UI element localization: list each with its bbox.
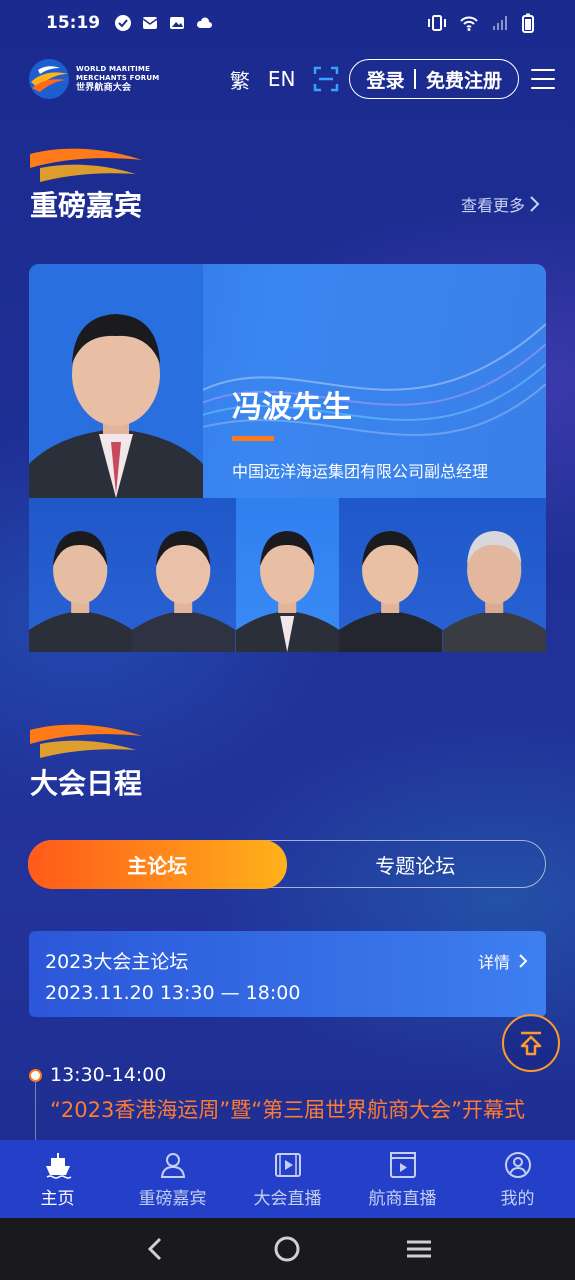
agenda-item-title[interactable]: “2023香港海运周”暨“第三届世界航商大会”开幕式 bbox=[50, 1094, 550, 1126]
status-time: 15:19 bbox=[46, 13, 101, 33]
timeline-line bbox=[35, 1082, 36, 1142]
system-nav-bar bbox=[0, 1218, 575, 1280]
session-title: 2023大会主论坛 bbox=[45, 951, 189, 973]
user-icon bbox=[504, 1151, 531, 1178]
menu-icon[interactable] bbox=[531, 69, 555, 89]
chevron-right-icon bbox=[530, 196, 540, 212]
auth-divider bbox=[414, 69, 416, 89]
tab-main-forum[interactable]: 主论坛 bbox=[27, 839, 287, 889]
home-icon[interactable] bbox=[273, 1235, 301, 1263]
featured-guest-position: 中国远洋海运集团有限公司副总经理 bbox=[232, 462, 489, 481]
guest-thumb[interactable] bbox=[29, 498, 133, 652]
app-logo[interactable]: WORLD MARITIME MERCHANTS FORUM 世界航商大会 bbox=[28, 58, 159, 100]
bottom-nav: 主页 重磅嘉宾 大会直播 航商直播 我的 bbox=[0, 1140, 575, 1218]
cloud-icon bbox=[197, 17, 213, 28]
guest-thumb[interactable] bbox=[132, 498, 236, 652]
logo-text: WORLD MARITIME MERCHANTS FORUM 世界航商大会 bbox=[76, 65, 159, 93]
nav-label: 重磅嘉宾 bbox=[138, 1188, 207, 1209]
guests-section-title: 重磅嘉宾 bbox=[30, 189, 143, 222]
nav-label: 航商直播 bbox=[368, 1188, 437, 1209]
language-switch: 繁 EN bbox=[230, 65, 296, 94]
session-card[interactable]: 2023大会主论坛 2023.11.20 13:30 — 18:00 详情 bbox=[29, 931, 546, 1017]
guest-avatar bbox=[442, 531, 547, 652]
featured-guest-photo bbox=[29, 264, 203, 498]
ship-icon bbox=[45, 1152, 71, 1179]
check-circle-icon bbox=[115, 15, 132, 31]
wifi-icon bbox=[460, 16, 478, 31]
accent-bar bbox=[232, 436, 274, 441]
status-bar: 15:19 bbox=[0, 0, 575, 46]
view-more-label: 查看更多 bbox=[460, 196, 525, 215]
nav-mine[interactable]: 我的 bbox=[460, 1140, 575, 1218]
lang-traditional-button[interactable]: 繁 bbox=[230, 65, 250, 94]
session-datetime: 2023.11.20 13:30 — 18:00 bbox=[45, 982, 301, 1004]
schedule-tabs: 主论坛 专题论坛 bbox=[27, 839, 546, 889]
guest-avatar bbox=[29, 531, 133, 652]
nav-label: 大会直播 bbox=[253, 1188, 322, 1209]
chevron-right-icon bbox=[519, 954, 528, 968]
guest-avatar bbox=[339, 531, 443, 652]
video-icon bbox=[274, 1152, 301, 1177]
battery-icon bbox=[522, 13, 534, 33]
signal-icon bbox=[493, 16, 507, 30]
logo-en-line1: WORLD MARITIME bbox=[76, 65, 151, 73]
person-icon bbox=[160, 1152, 185, 1178]
app-header: WORLD MARITIME MERCHANTS FORUM 世界航商大会 繁 … bbox=[0, 46, 575, 112]
logo-mark-icon bbox=[29, 59, 69, 99]
logo-en-line2: MERCHANTS FORUM bbox=[76, 74, 160, 82]
back-to-top-button[interactable] bbox=[502, 1014, 560, 1072]
nav-label: 主页 bbox=[40, 1188, 75, 1209]
arrow-up-icon bbox=[520, 1031, 542, 1056]
schedule-section-title: 大会日程 bbox=[30, 767, 143, 800]
guest-thumbnails bbox=[29, 498, 547, 652]
logo-cn: 世界航商大会 bbox=[76, 83, 132, 93]
auth-buttons: 登录 免费注册 bbox=[349, 59, 519, 99]
vibrate-icon bbox=[428, 15, 446, 31]
scan-icon[interactable] bbox=[313, 66, 339, 92]
recents-icon[interactable] bbox=[405, 1235, 433, 1263]
nav-conference-live[interactable]: 大会直播 bbox=[230, 1140, 345, 1218]
guest-avatar bbox=[132, 531, 236, 652]
mail-icon bbox=[142, 17, 158, 29]
session-detail-label: 详情 bbox=[477, 953, 510, 972]
guest-avatar bbox=[235, 531, 340, 652]
nav-merchant-live[interactable]: 航商直播 bbox=[345, 1140, 460, 1218]
nav-home[interactable]: 主页 bbox=[0, 1140, 115, 1218]
session-detail-link[interactable]: 详情 bbox=[478, 949, 528, 973]
tab-topic-forum[interactable]: 专题论坛 bbox=[286, 841, 546, 887]
view-more-link[interactable]: 查看更多 bbox=[461, 192, 541, 216]
section-deco-icon bbox=[30, 724, 142, 758]
guest-thumb[interactable] bbox=[442, 498, 547, 652]
image-icon bbox=[170, 17, 185, 29]
featured-guest-name: 冯波先生 bbox=[232, 390, 352, 425]
nav-label: 我的 bbox=[500, 1188, 535, 1209]
nav-guests[interactable]: 重磅嘉宾 bbox=[115, 1140, 230, 1218]
register-button[interactable]: 免费注册 bbox=[426, 66, 502, 93]
agenda-item-time: 13:30-14:00 bbox=[50, 1064, 167, 1086]
login-button[interactable]: 登录 bbox=[366, 66, 404, 93]
guest-thumb-active[interactable] bbox=[235, 498, 340, 652]
back-icon[interactable] bbox=[142, 1235, 170, 1263]
clapper-icon bbox=[389, 1151, 416, 1178]
guest-thumb[interactable] bbox=[339, 498, 443, 652]
featured-guest-card[interactable]: 冯波先生 中国远洋海运集团有限公司副总经理 bbox=[29, 264, 546, 498]
timeline-dot bbox=[29, 1069, 42, 1082]
lang-english-button[interactable]: EN bbox=[268, 67, 296, 91]
